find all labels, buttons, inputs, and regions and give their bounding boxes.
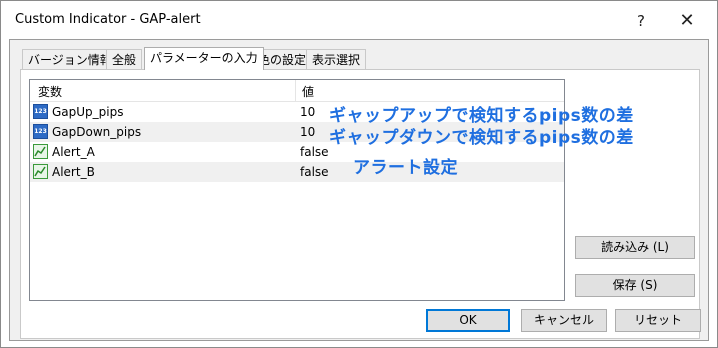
column-header-variable[interactable]: 変数	[38, 83, 62, 100]
window-title: Custom Indicator - GAP-alert	[15, 12, 201, 27]
table-header: 変数 値	[30, 80, 564, 102]
param-name: Alert_B	[52, 165, 95, 179]
table-row[interactable]: Alert_B false	[30, 162, 564, 182]
dialog-client-area: バージョン情報 全般 パラメーターの入力 色の設定 表示選択 変数 値 123 …	[9, 39, 709, 341]
param-name: Alert_A	[52, 145, 95, 159]
reset-button[interactable]: リセット	[615, 309, 701, 332]
column-header-value[interactable]: 値	[302, 83, 314, 100]
tab-version-info[interactable]: バージョン情報	[22, 49, 118, 70]
load-button[interactable]: 読み込み (L)	[575, 236, 695, 259]
alert-param-icon	[33, 164, 48, 179]
tab-parameters[interactable]: パラメーターの入力	[144, 47, 264, 70]
param-value[interactable]: false	[300, 165, 329, 179]
help-button[interactable]: ?	[621, 7, 661, 35]
number-param-icon: 123	[33, 104, 48, 119]
close-button[interactable]: ✕	[667, 7, 707, 35]
param-name: GapDown_pips	[52, 125, 142, 139]
param-value[interactable]: 10	[300, 105, 315, 119]
param-value[interactable]: false	[300, 145, 329, 159]
ok-button[interactable]: OK	[426, 309, 510, 332]
annotation-alert: アラート設定	[353, 158, 458, 178]
title-bar[interactable]: Custom Indicator - GAP-alert ? ✕	[1, 1, 717, 39]
param-value[interactable]: 10	[300, 125, 315, 139]
column-separator[interactable]	[295, 80, 296, 101]
save-button[interactable]: 保存 (S)	[575, 274, 695, 297]
annotation-gap-down: ギャップダウンで検知するpips数の差	[329, 128, 634, 148]
tab-visualization[interactable]: 表示選択	[306, 49, 367, 70]
param-name: GapUp_pips	[52, 105, 124, 119]
tab-general[interactable]: 全般	[106, 49, 143, 70]
cancel-button[interactable]: キャンセル	[521, 309, 607, 332]
alert-param-icon	[33, 144, 48, 159]
dialog-window: Custom Indicator - GAP-alert ? ✕ バージョン情報…	[0, 0, 718, 348]
number-param-icon: 123	[33, 124, 48, 139]
